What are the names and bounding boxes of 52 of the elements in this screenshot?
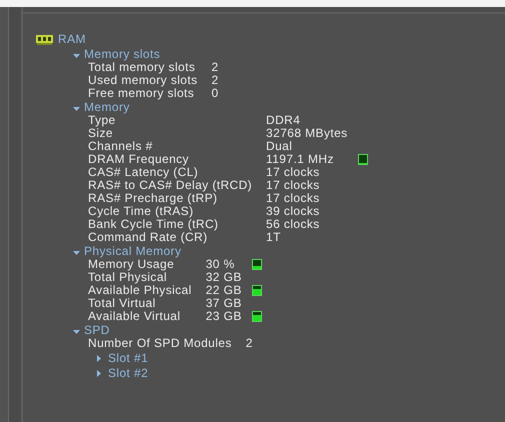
- property-label: Channels #: [88, 140, 154, 153]
- property-value: 32 GB: [206, 271, 242, 284]
- property-value: 30 %: [206, 258, 236, 271]
- property-value: 17 clocks: [266, 166, 321, 179]
- memory-module-icon: [36, 34, 53, 46]
- property-value: 2: [246, 337, 253, 350]
- section-header[interactable]: Physical Memory: [84, 245, 182, 258]
- property-label: Total memory slots: [88, 61, 196, 74]
- collapse-arrow-icon[interactable]: [72, 107, 80, 111]
- property-value: DDR4: [266, 114, 302, 127]
- collapse-arrow-icon[interactable]: [72, 330, 80, 334]
- property-value: 23 GB: [206, 310, 242, 323]
- property-value: Dual: [266, 140, 294, 153]
- property-value: 2: [212, 61, 219, 74]
- property-value: 32768 MBytes: [266, 127, 348, 140]
- property-value: 1197.1 MHz: [266, 153, 335, 166]
- collapse-arrow-icon[interactable]: [72, 251, 80, 255]
- property-value: 37 GB: [206, 297, 242, 310]
- property-label: Total Virtual: [88, 297, 156, 310]
- property-label: RAS# Precharge (tRP): [88, 192, 218, 205]
- expand-arrow-icon[interactable]: [97, 355, 101, 362]
- property-label: CAS# Latency (CL): [88, 166, 200, 179]
- section-header[interactable]: Memory: [84, 101, 130, 114]
- property-label: Available Virtual: [88, 310, 182, 323]
- property-label: DRAM Frequency: [88, 153, 190, 166]
- property-label: Command Rate (CR): [88, 231, 208, 244]
- property-value: 2: [212, 74, 219, 87]
- property-label: Size: [88, 127, 113, 140]
- tree-item[interactable]: RAM: [58, 33, 86, 46]
- section-header[interactable]: SPD: [84, 324, 110, 337]
- property-value: 56 clocks: [266, 218, 321, 231]
- expand-arrow-icon[interactable]: [97, 370, 101, 377]
- property-value: 22 GB: [206, 284, 242, 297]
- tree-item[interactable]: Slot #1: [108, 352, 148, 365]
- property-label: Cycle Time (tRAS): [88, 205, 194, 218]
- property-label: Available Physical: [88, 284, 192, 297]
- property-label: Used memory slots: [88, 74, 198, 87]
- property-label: Total Physical: [88, 271, 167, 284]
- property-label: Memory Usage: [88, 258, 174, 271]
- property-label: Free memory slots: [88, 87, 196, 100]
- property-value: 39 clocks: [266, 205, 321, 218]
- property-label: Bank Cycle Time (tRC): [88, 218, 220, 231]
- property-value: 17 clocks: [266, 192, 321, 205]
- property-value: 1T: [266, 231, 282, 244]
- tree-item[interactable]: Slot #2: [108, 367, 148, 380]
- property-value: 0: [212, 87, 219, 100]
- property-label: Type: [88, 114, 116, 127]
- collapse-arrow-icon[interactable]: [72, 54, 80, 58]
- property-label: RAS# to CAS# Delay (tRCD): [88, 179, 252, 192]
- section-header[interactable]: Memory slots: [84, 48, 160, 61]
- property-value: 17 clocks: [266, 179, 321, 192]
- property-label: Number Of SPD Modules: [88, 337, 232, 350]
